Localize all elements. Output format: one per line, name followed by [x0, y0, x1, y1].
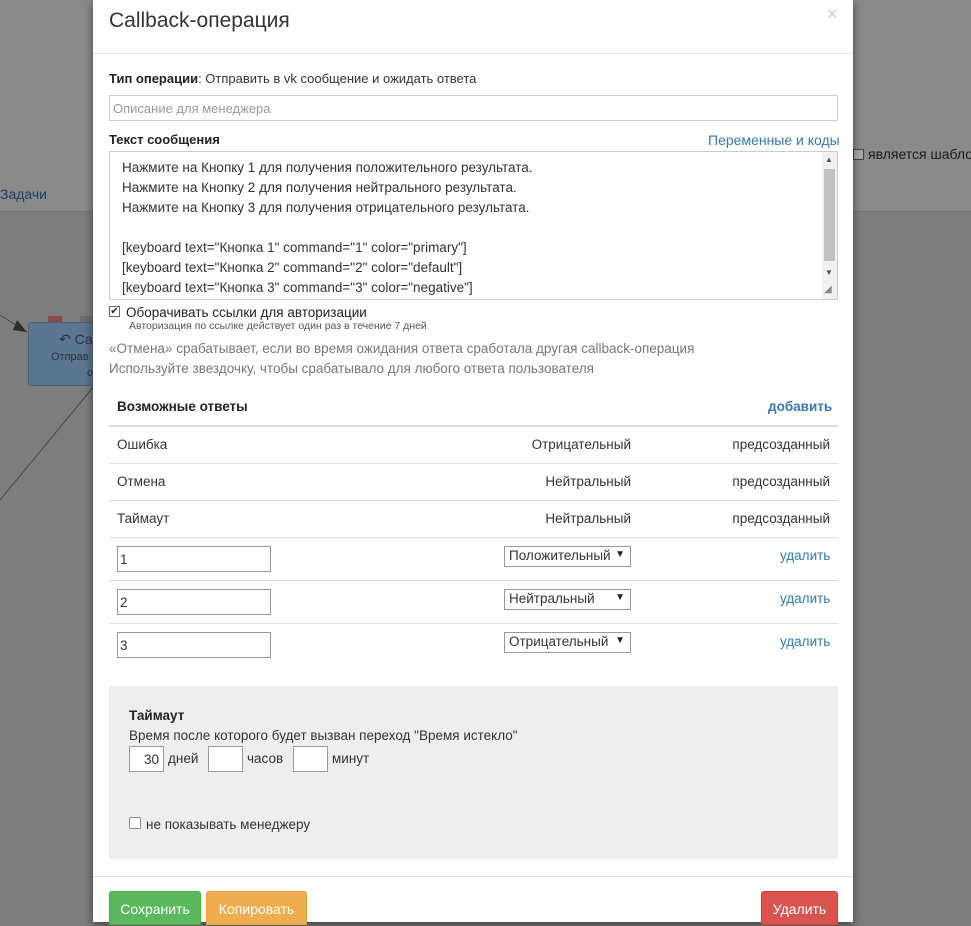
- callback-operation-modal: Callback-операция × Тип операции: Отправ…: [93, 0, 853, 925]
- timeout-description: Время после которого будет вызван перехо…: [129, 728, 518, 743]
- message-textarea[interactable]: Нажмите на Кнопку 1 для получения положи…: [109, 151, 838, 300]
- answer-type: Нейтральный: [545, 511, 631, 526]
- wrap-links-checkbox[interactable]: ✔: [109, 306, 120, 317]
- manager-description-input[interactable]: [109, 95, 838, 121]
- wrap-links-hint: Авторизация по ссылке действует один раз…: [129, 320, 427, 332]
- answer-value-input[interactable]: [117, 589, 271, 615]
- textarea-scrollbar[interactable]: ▲ ▼ ◢: [822, 152, 837, 299]
- scroll-up-arrow-icon[interactable]: ▲: [825, 155, 833, 164]
- answer-type-select[interactable]: Отрицательный ▼: [504, 632, 631, 653]
- delete-button[interactable]: Удалить: [761, 891, 838, 925]
- operation-type-value: : Отправить в vk сообщение и ожидать отв…: [198, 71, 477, 86]
- hide-from-manager-checkbox[interactable]: [129, 817, 141, 829]
- timeout-days-label: дней: [168, 751, 199, 766]
- answer-type-selected: Нейтральный: [509, 591, 595, 606]
- timeout-title: Таймаут: [129, 708, 185, 723]
- resize-grip-icon[interactable]: ◢: [824, 284, 832, 295]
- variables-and-codes-link[interactable]: Переменные и коды: [708, 132, 840, 148]
- delete-answer-link[interactable]: удалить: [780, 591, 830, 606]
- close-icon[interactable]: ×: [827, 4, 838, 25]
- background-node-line1: Отправ: [51, 351, 89, 363]
- scroll-down-arrow-icon[interactable]: ▼: [825, 268, 833, 277]
- copy-button[interactable]: Копировать: [206, 891, 307, 925]
- answer-name: Отмена: [117, 474, 166, 489]
- table-row: Ошибка Отрицательный предсозданный: [93, 427, 853, 464]
- answer-value-input[interactable]: [117, 632, 271, 658]
- answer-status: предсозданный: [732, 437, 830, 452]
- delete-answer-link[interactable]: удалить: [780, 634, 830, 649]
- answer-value-input[interactable]: [117, 546, 271, 572]
- hide-from-manager-label: не показывать менеджеру: [146, 817, 311, 832]
- answer-name: Ошибка: [117, 437, 168, 452]
- footer-divider: [93, 876, 853, 877]
- answer-type-select[interactable]: Нейтральный ▼: [504, 589, 631, 610]
- answer-type-selected: Отрицательный: [509, 634, 609, 649]
- modal-title: Callback-операция: [109, 9, 290, 32]
- undo-arrow-icon: ↶: [59, 331, 71, 347]
- background-node-title: ↶ Са: [59, 331, 93, 347]
- answer-type: Отрицательный: [531, 437, 631, 452]
- answer-type: Нейтральный: [545, 474, 631, 489]
- check-mark-icon: ✔: [110, 306, 119, 317]
- message-textarea-content[interactable]: Нажмите на Кнопку 1 для получения положи…: [122, 158, 533, 298]
- timeout-minutes-label: минут: [332, 751, 370, 766]
- answer-status: предсозданный: [732, 474, 830, 489]
- answer-name: Таймаут: [117, 511, 170, 526]
- answer-status: предсозданный: [732, 511, 830, 526]
- asterisk-note: Используйте звездочку, чтобы срабатывало…: [109, 361, 594, 376]
- timeout-hours-label: часов: [247, 751, 284, 766]
- add-answer-link[interactable]: добавить: [768, 399, 832, 414]
- table-row: Отмена Нейтральный предсозданный: [93, 464, 853, 501]
- modal-header: Callback-операция ×: [93, 0, 853, 54]
- scrollbar-thumb[interactable]: [824, 169, 835, 261]
- dropdown-arrow-icon: ▼: [615, 592, 625, 603]
- timeout-minutes-input[interactable]: [293, 746, 328, 772]
- table-row: Положительный ▼ удалить: [93, 538, 853, 580]
- operation-type-label: Тип операции: [109, 71, 199, 86]
- background-flow-node: ↶ Са Отправ о: [28, 322, 98, 386]
- possible-answers-title: Возможные ответы: [117, 399, 248, 414]
- table-row: Таймаут Нейтральный предсозданный: [93, 501, 853, 538]
- answer-type-select[interactable]: Положительный ▼: [504, 546, 631, 567]
- dropdown-arrow-icon: ▼: [615, 635, 625, 646]
- timeout-panel: [109, 686, 838, 859]
- wrap-links-label: Оборачивать ссылки для авторизации: [126, 305, 367, 320]
- dropdown-arrow-icon: ▼: [615, 549, 625, 560]
- table-row: Нейтральный ▼ удалить: [93, 581, 853, 623]
- timeout-hours-input[interactable]: [208, 746, 243, 772]
- timeout-days-input[interactable]: [129, 746, 164, 772]
- message-text-label: Текст сообщения: [109, 132, 220, 147]
- table-row: Отрицательный ▼ удалить: [93, 624, 853, 666]
- operation-type: Тип операции: Отправить в vk сообщение и…: [109, 71, 476, 86]
- answer-type-selected: Положительный: [509, 548, 611, 563]
- save-button[interactable]: Сохранить: [109, 891, 201, 925]
- delete-answer-link[interactable]: удалить: [780, 548, 830, 563]
- cancel-note: «Отмена» срабатывает, если во время ожид…: [109, 341, 695, 356]
